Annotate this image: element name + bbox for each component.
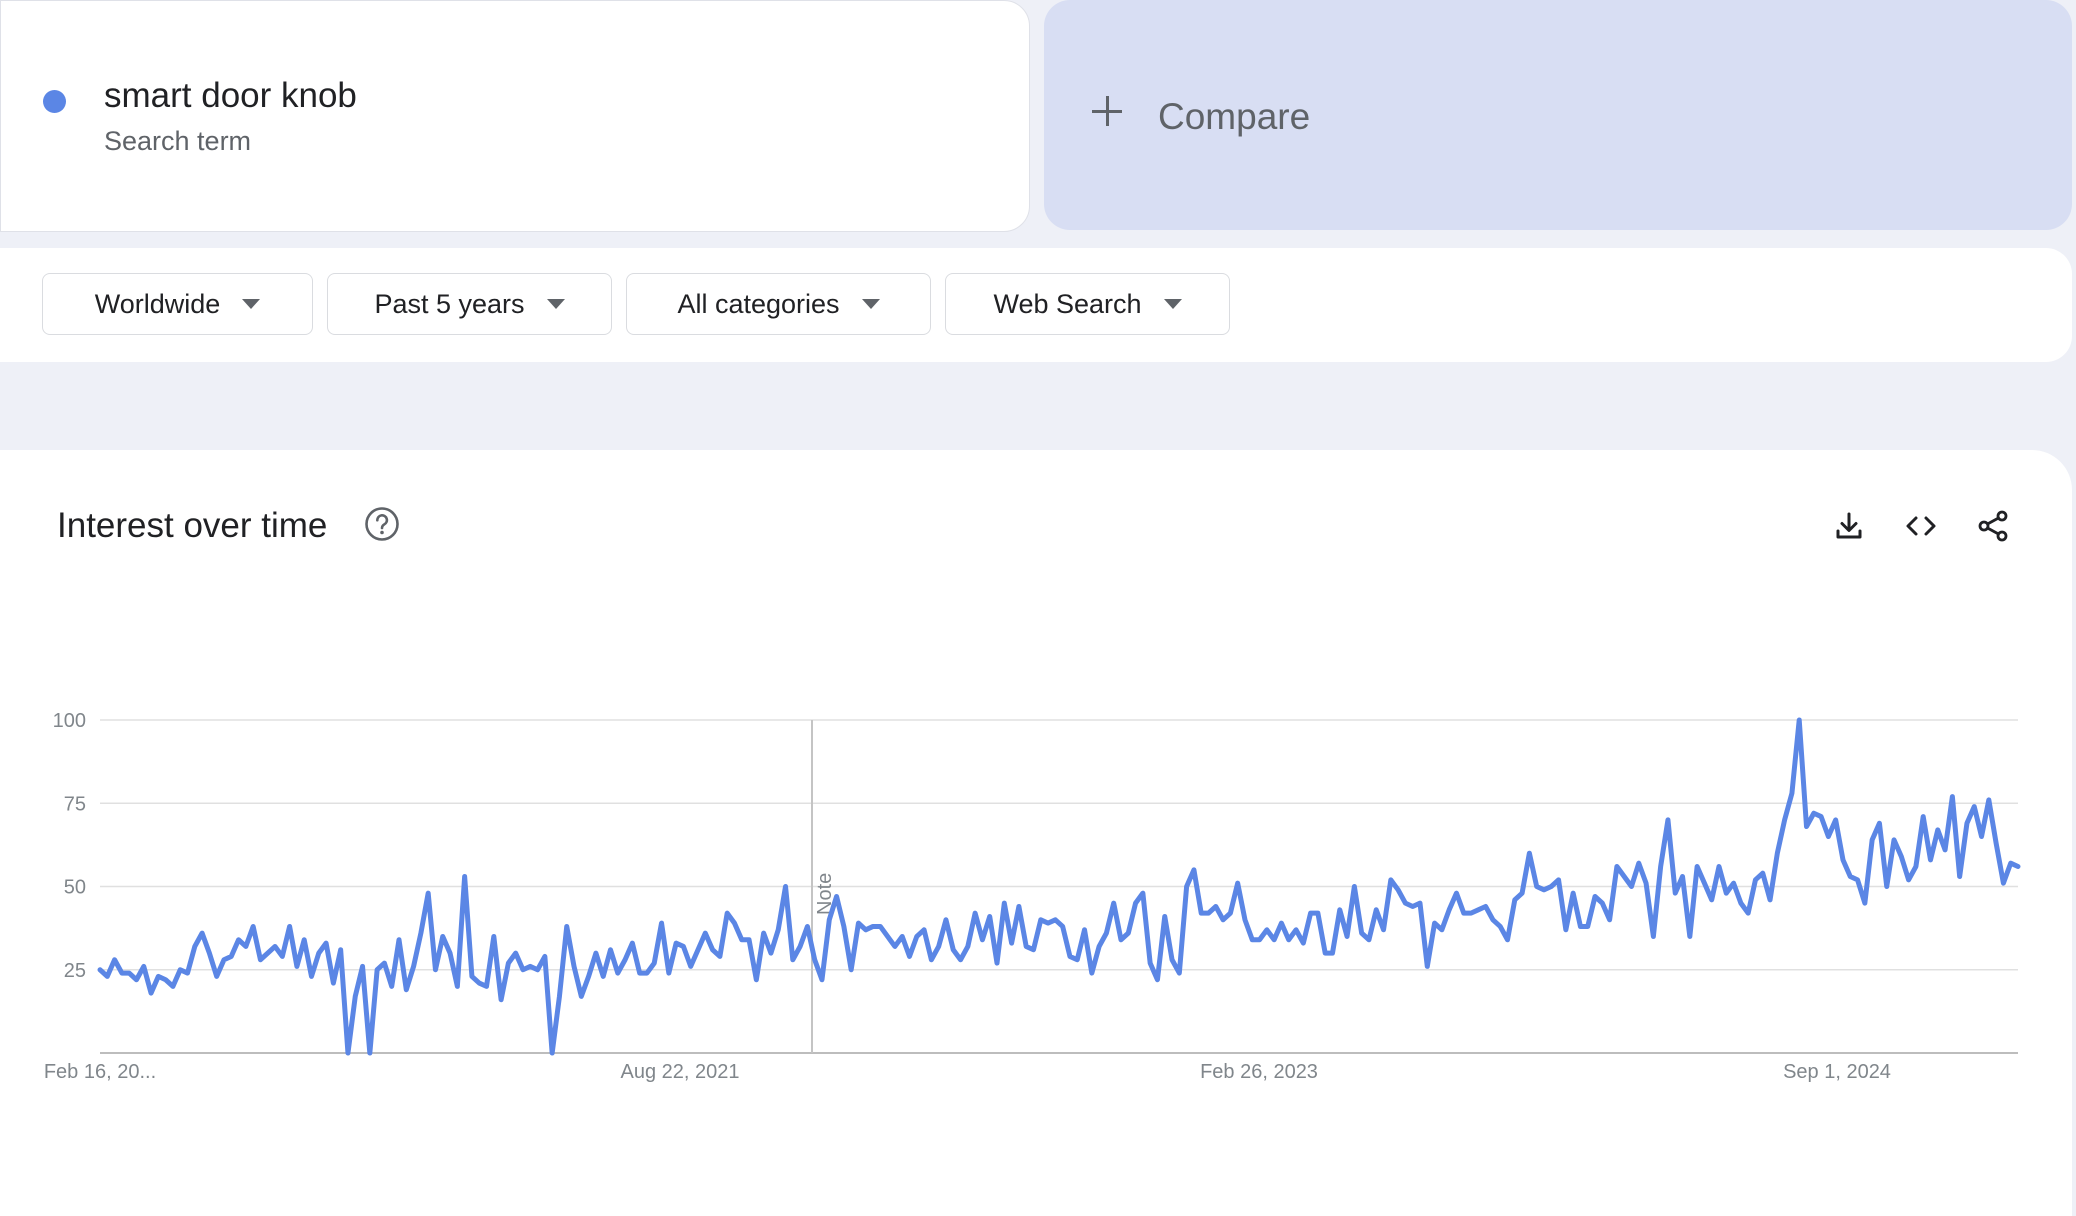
x-tick-label: Feb 16, 20... bbox=[44, 1061, 156, 1083]
y-tick-label: 50 bbox=[64, 877, 86, 899]
x-tick-label: Feb 26, 2023 bbox=[1200, 1061, 1318, 1083]
x-tick-label: Aug 22, 2021 bbox=[621, 1061, 740, 1083]
y-tick-label: 25 bbox=[64, 960, 86, 982]
x-tick-label: Sep 1, 2024 bbox=[1783, 1061, 1891, 1083]
interest-line-chart: 100755025NoteFeb 16, 20... Aug 22, 2021 Fe… bbox=[44, 710, 2021, 1083]
y-tick-label: 75 bbox=[64, 793, 86, 815]
y-tick-label: 100 bbox=[53, 710, 86, 732]
